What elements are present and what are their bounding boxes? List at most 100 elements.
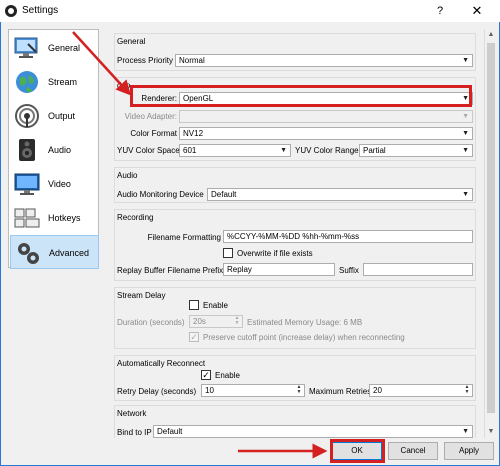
preserve-cutoff-label: Preserve cutoff point (increase delay) w… — [203, 333, 405, 342]
title-bar: Settings ? ✕ — [0, 0, 500, 22]
yuv-color-space-label: YUV Color Space — [117, 146, 180, 155]
obs-logo-icon — [5, 5, 17, 17]
auto-reconnect-enable-checkbox[interactable]: ✓ — [201, 370, 211, 380]
duration-label: Duration (seconds) — [117, 318, 185, 327]
sidebar-item-label: Advanced — [49, 248, 90, 258]
sidebar-item-stream[interactable]: Stream — [10, 65, 99, 99]
group-title: deo — [117, 81, 131, 90]
process-priority-label: Process Priority — [117, 56, 174, 65]
audio-monitoring-device-value: Default — [211, 190, 237, 199]
suffix-label: Suffix — [339, 266, 359, 275]
sidebar-item-label: General — [48, 43, 81, 53]
general-group: General Process Priority Normal ▼ — [114, 33, 476, 71]
group-title: Network — [117, 409, 147, 418]
cancel-button[interactable]: Cancel — [388, 442, 438, 460]
duration-value: 20s — [193, 317, 206, 326]
retry-delay-spinbox[interactable]: 10 ▲ ▼ — [201, 384, 305, 397]
audio-group: Audio Audio Monitoring Device Default ▼ — [114, 167, 476, 203]
yuv-color-range-label: YUV Color Range — [295, 146, 359, 155]
max-retries-label: Maximum Retries — [309, 387, 372, 396]
sidebar-item-output[interactable]: Output — [10, 99, 99, 133]
sidebar-item-label: Output — [48, 111, 76, 121]
stream-delay-enable-label: Enable — [203, 301, 228, 310]
sidebar-item-audio[interactable]: Audio — [10, 133, 99, 167]
scroll-down-icon[interactable]: ▼ — [487, 428, 495, 436]
max-retries-spinbox[interactable]: 20 ▲ ▼ — [369, 384, 473, 397]
vertical-scrollbar[interactable]: ▲ ▼ — [484, 29, 496, 438]
scroll-thumb[interactable] — [487, 43, 495, 413]
auto-reconnect-group: Automatically Reconnect ✓ Enable Retry D… — [114, 355, 476, 401]
chevron-down-icon: ▼ — [462, 428, 469, 435]
spin-arrows-icon: ▲ ▼ — [234, 315, 240, 326]
sidebar-item-label: Hotkeys — [48, 213, 81, 223]
yuv-color-space-value: 601 — [183, 146, 197, 155]
gears-icon — [18, 243, 39, 264]
preserve-cutoff-checkbox[interactable]: ✓ — [189, 332, 199, 342]
chevron-down-icon: ▼ — [462, 130, 469, 137]
suffix-input[interactable] — [363, 263, 473, 276]
video-adapter-dropdown[interactable]: ▼ — [179, 110, 473, 123]
bind-to-ip-value: Default — [157, 427, 183, 436]
sidebar-item-video[interactable]: Video — [10, 167, 99, 201]
filename-formatting-input[interactable]: %CCYY-%MM-%DD %hh-%mm-%ss — [223, 230, 473, 243]
spin-arrows-icon: ▲ ▼ — [464, 384, 470, 395]
display-icon — [14, 173, 40, 195]
sidebar-item-label: Audio — [48, 145, 72, 155]
yuv-color-space-dropdown[interactable]: 601 ▼ — [179, 144, 291, 157]
chevron-down-icon: ▼ — [280, 147, 287, 154]
group-title: Stream Delay — [117, 291, 166, 300]
spin-arrows-icon: ▲ ▼ — [296, 384, 302, 395]
estimated-memory-label: Estimated Memory Usage: 6 MB — [247, 318, 363, 327]
overwrite-checkbox[interactable] — [223, 248, 233, 258]
max-retries-value: 20 — [373, 386, 382, 395]
recording-group: Recording Filename Formatting %CCYY-%MM-… — [114, 209, 476, 281]
speaker-icon — [19, 139, 35, 161]
process-priority-dropdown[interactable]: Normal ▼ — [175, 54, 473, 67]
keyboard-icon — [14, 208, 40, 228]
chevron-down-icon: ▼ — [462, 191, 469, 198]
sidebar-item-hotkeys[interactable]: Hotkeys — [10, 201, 99, 235]
stream-delay-group: Stream Delay Enable Duration (seconds) 2… — [114, 287, 476, 349]
group-title: General — [117, 37, 146, 46]
bind-to-ip-dropdown[interactable]: Default ▼ — [153, 425, 473, 438]
apply-button[interactable]: Apply — [444, 442, 494, 460]
close-button[interactable]: ✕ — [465, 3, 489, 19]
bind-to-ip-label: Bind to IP — [117, 428, 152, 437]
network-group: Network Bind to IP Default ▼ — [114, 405, 476, 438]
yuv-color-range-dropdown[interactable]: Partial ▼ — [359, 144, 473, 157]
sidebar-item-advanced[interactable]: Advanced — [10, 235, 99, 269]
monitor-settings-icon — [14, 37, 38, 58]
broadcast-icon — [15, 104, 39, 128]
audio-monitoring-device-dropdown[interactable]: Default ▼ — [207, 188, 473, 201]
chevron-down-icon: ▼ — [462, 113, 469, 120]
renderer-highlight-box — [130, 85, 472, 107]
auto-reconnect-enable-label: Enable — [215, 371, 240, 380]
yuv-color-range-value: Partial — [363, 146, 386, 155]
help-button[interactable]: ? — [430, 3, 450, 19]
color-format-label: Color Format — [130, 129, 177, 138]
chevron-down-icon: ▼ — [462, 57, 469, 64]
globe-icon — [16, 71, 38, 93]
settings-sidebar: General Stream Output Audio Video Hotkey… — [8, 29, 99, 269]
retry-delay-value: 10 — [205, 386, 214, 395]
process-priority-value: Normal — [179, 56, 205, 65]
filename-formatting-label: Filename Formatting — [147, 233, 221, 242]
audio-monitoring-device-label: Audio Monitoring Device — [117, 190, 204, 199]
color-format-dropdown[interactable]: NV12 ▼ — [179, 127, 473, 140]
retry-delay-label: Retry Delay (seconds) — [117, 387, 197, 396]
sidebar-item-label: Video — [48, 179, 71, 189]
overwrite-label: Overwrite if file exists — [237, 249, 313, 258]
sidebar-item-label: Stream — [48, 77, 78, 87]
color-format-value: NV12 — [183, 129, 204, 138]
scroll-up-icon[interactable]: ▲ — [487, 31, 495, 39]
replay-prefix-input[interactable]: Replay — [223, 263, 335, 276]
window-title: Settings — [22, 5, 59, 16]
ok-highlight-box — [330, 439, 385, 463]
group-title: Audio — [117, 171, 138, 180]
stream-delay-enable-checkbox[interactable] — [189, 300, 199, 310]
duration-spinbox[interactable]: 20s ▲ ▼ — [189, 315, 243, 328]
chevron-down-icon: ▼ — [462, 147, 469, 154]
replay-prefix-label: Replay Buffer Filename Prefix — [117, 266, 224, 275]
sidebar-item-general[interactable]: General — [10, 31, 99, 65]
group-title: Automatically Reconnect — [117, 359, 206, 368]
